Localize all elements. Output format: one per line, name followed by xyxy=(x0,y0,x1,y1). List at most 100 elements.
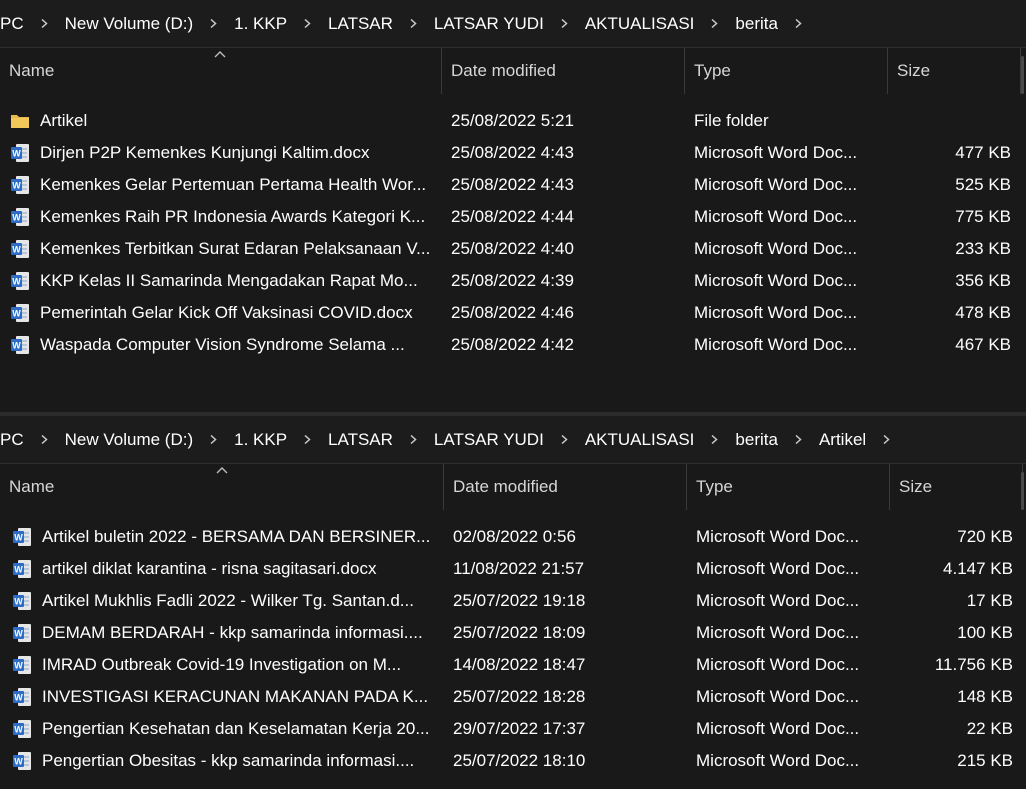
svg-text:W: W xyxy=(14,597,23,607)
svg-text:W: W xyxy=(12,245,21,255)
breadcrumb-item[interactable]: AKTUALISASI xyxy=(579,416,701,463)
breadcrumb-item[interactable]: Artikel xyxy=(813,416,872,463)
column-header-type[interactable]: Type xyxy=(685,48,888,94)
file-row[interactable]: W Kemenkes Raih PR Indonesia Awards Kateg… xyxy=(0,201,1026,233)
breadcrumb-item[interactable]: 1. KKP xyxy=(228,416,293,463)
date-modified: 29/07/2022 17:37 xyxy=(453,719,586,738)
column-header-date[interactable]: Date modified xyxy=(444,464,687,510)
breadcrumb-item[interactable]: 1. KKP xyxy=(228,0,293,47)
chevron-right-icon[interactable] xyxy=(40,19,49,28)
file-type: Microsoft Word Doc... xyxy=(696,719,860,738)
file-row[interactable]: W Kemenkes Terbitkan Surat Edaran Pelaksa… xyxy=(0,233,1026,265)
file-size: 477 KB xyxy=(955,143,1011,162)
word-doc-icon: W xyxy=(11,176,29,194)
chevron-right-icon[interactable] xyxy=(409,435,418,444)
column-header-name[interactable]: Name xyxy=(0,48,442,94)
file-size: 17 KB xyxy=(966,591,1013,610)
breadcrumb-item[interactable]: LATSAR YUDI xyxy=(428,416,550,463)
chevron-right-icon[interactable] xyxy=(209,19,218,28)
file-name: Kemenkes Raih PR Indonesia Awards Katego… xyxy=(40,207,426,226)
breadcrumb-item[interactable]: New Volume (D:) xyxy=(59,0,199,47)
svg-text:W: W xyxy=(12,149,21,159)
file-type: Microsoft Word Doc... xyxy=(694,143,858,162)
breadcrumb-item[interactable]: LATSAR xyxy=(322,0,399,47)
file-name: Kemenkes Gelar Pertemuan Pertama Health … xyxy=(40,175,427,194)
file-row[interactable]: W IMRAD Outbreak Covid-19 Investigation o… xyxy=(2,649,1026,681)
column-header-date[interactable]: Date modified xyxy=(442,48,685,94)
word-doc-icon: W xyxy=(13,528,31,546)
chevron-right-icon[interactable] xyxy=(882,435,891,444)
file-row[interactable]: W Artikel Mukhlis Fadli 2022 - Wilker Tg.… xyxy=(2,585,1026,617)
file-type: Microsoft Word Doc... xyxy=(696,687,860,706)
chevron-right-icon[interactable] xyxy=(40,435,49,444)
svg-text:W: W xyxy=(12,277,21,287)
file-row[interactable]: W Pengertian Kesehatan dan Keselamatan Ke… xyxy=(2,713,1026,745)
chevron-right-icon[interactable] xyxy=(794,19,803,28)
file-row[interactable]: W Pemerintah Gelar Kick Off Vaksinasi COV… xyxy=(0,297,1026,329)
breadcrumb-item[interactable]: berita xyxy=(729,416,784,463)
file-size: 720 KB xyxy=(957,527,1013,546)
svg-text:W: W xyxy=(14,661,23,671)
scrollbar[interactable] xyxy=(1021,56,1024,94)
date-modified: 25/08/2022 4:39 xyxy=(451,271,574,290)
breadcrumb-item[interactable]: LATSAR xyxy=(322,416,399,463)
file-type: File folder xyxy=(694,111,769,130)
column-header-type[interactable]: Type xyxy=(687,464,890,510)
column-header-size[interactable]: Size xyxy=(888,48,1021,94)
file-row[interactable]: W Waspada Computer Vision Syndrome Selama… xyxy=(0,329,1026,361)
file-row[interactable]: W Artikel buletin 2022 - BERSAMA DAN BERS… xyxy=(2,521,1026,553)
svg-text:W: W xyxy=(14,725,23,735)
folder-row[interactable]: Artikel 25/08/2022 5:21 File folder xyxy=(0,105,1026,137)
top-explorer-pane: PC New Volume (D:) 1. KKP LATSAR LATSAR YUDI… xyxy=(0,0,1026,412)
svg-text:W: W xyxy=(12,213,21,223)
file-row[interactable]: W Dirjen P2P Kemenkes Kunjungi Kaltim.doc… xyxy=(0,137,1026,169)
chevron-right-icon[interactable] xyxy=(560,19,569,28)
file-name: Pemerintah Gelar Kick Off Vaksinasi COVI… xyxy=(40,303,413,322)
file-type: Microsoft Word Doc... xyxy=(696,751,860,770)
date-modified: 25/08/2022 4:40 xyxy=(451,239,574,258)
chevron-right-icon[interactable] xyxy=(409,19,418,28)
file-row[interactable]: W Kemenkes Gelar Pertemuan Pertama Health… xyxy=(0,169,1026,201)
breadcrumb-item[interactable]: AKTUALISASI xyxy=(579,0,701,47)
file-row[interactable]: W KKP Kelas II Samarinda Mengadakan Rapat… xyxy=(0,265,1026,297)
svg-text:W: W xyxy=(14,693,23,703)
svg-text:W: W xyxy=(14,533,23,543)
file-row[interactable]: W INVESTIGASI KERACUNAN MAKANAN PADA K...… xyxy=(2,681,1026,713)
column-header-bar: Name Date modified Type Size xyxy=(0,48,1026,94)
file-name: Dirjen P2P Kemenkes Kunjungi Kaltim.docx xyxy=(40,143,370,162)
scrollbar[interactable] xyxy=(1021,472,1024,510)
breadcrumb-item[interactable]: berita xyxy=(729,0,784,47)
file-row[interactable]: W Pengertian Obesitas - kkp samarinda inf… xyxy=(2,745,1026,777)
file-type: Microsoft Word Doc... xyxy=(696,559,860,578)
file-type: Microsoft Word Doc... xyxy=(694,239,858,258)
file-size: 467 KB xyxy=(955,335,1011,354)
file-size: 100 KB xyxy=(957,623,1013,642)
file-name: Artikel buletin 2022 - BERSAMA DAN BERSI… xyxy=(42,527,431,546)
date-modified: 25/07/2022 19:18 xyxy=(453,591,586,610)
breadcrumb-item[interactable]: LATSAR YUDI xyxy=(428,0,550,47)
breadcrumb-item[interactable]: PC xyxy=(0,416,30,463)
column-header-size[interactable]: Size xyxy=(890,464,1023,510)
chevron-right-icon[interactable] xyxy=(303,19,312,28)
file-row[interactable]: W DEMAM BERDARAH - kkp samarinda informas… xyxy=(2,617,1026,649)
breadcrumb[interactable]: PC New Volume (D:) 1. KKP LATSAR LATSAR YUDI… xyxy=(0,416,1026,464)
chevron-right-icon[interactable] xyxy=(560,435,569,444)
file-name: DEMAM BERDARAH - kkp samarinda informasi… xyxy=(42,623,423,642)
word-doc-icon: W xyxy=(13,624,31,642)
breadcrumb-item[interactable]: New Volume (D:) xyxy=(59,416,199,463)
file-name: Artikel Mukhlis Fadli 2022 - Wilker Tg. … xyxy=(42,591,414,610)
breadcrumb-item[interactable]: PC xyxy=(0,0,30,47)
chevron-right-icon[interactable] xyxy=(303,435,312,444)
file-type: Microsoft Word Doc... xyxy=(696,527,860,546)
column-type-label: Type xyxy=(694,61,731,80)
chevron-right-icon[interactable] xyxy=(710,435,719,444)
file-name: artikel diklat karantina - risna sagitas… xyxy=(42,559,377,578)
file-name: Kemenkes Terbitkan Surat Edaran Pelaksan… xyxy=(40,239,431,258)
breadcrumb[interactable]: PC New Volume (D:) 1. KKP LATSAR LATSAR YUDI… xyxy=(0,0,1026,48)
chevron-right-icon[interactable] xyxy=(209,435,218,444)
word-doc-icon: W xyxy=(11,208,29,226)
file-row[interactable]: Wartikel diklat karantina - risna sagita… xyxy=(2,553,1026,585)
column-header-name[interactable]: Name xyxy=(0,464,444,510)
chevron-right-icon[interactable] xyxy=(710,19,719,28)
chevron-right-icon[interactable] xyxy=(794,435,803,444)
